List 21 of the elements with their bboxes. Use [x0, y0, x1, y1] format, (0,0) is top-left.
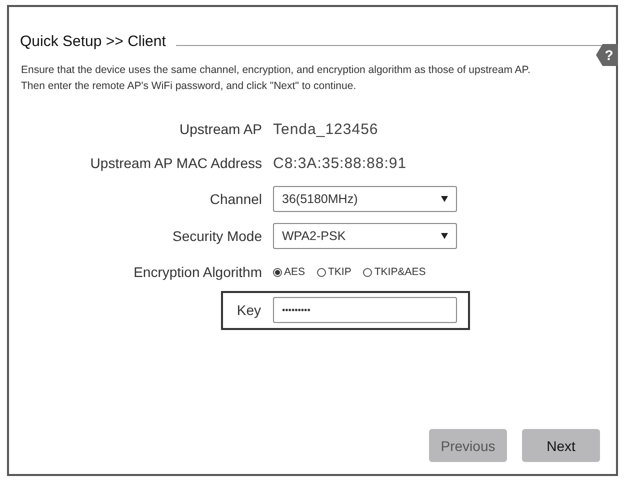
instruction-text: Then enter the remote AP's WiFi password, and click "Next" to continue.: [21, 79, 358, 94]
help-icon[interactable]: ?: [596, 44, 618, 66]
radio-option[interactable]: AES: [273, 266, 306, 278]
page-title: Quick Setup >> Client: [20, 33, 166, 50]
caret-icon: [441, 232, 448, 238]
field-label: Security Mode: [172, 228, 262, 244]
field-label: Key: [236, 302, 261, 318]
instruction-text: Ensure that the device uses the same channel, encryption, and encryption algorithm as those of upstream AP.: [21, 63, 532, 78]
field-label: Encryption Algorithm: [132, 264, 262, 280]
field-label: Upstream AP: [178, 121, 262, 137]
dropdown[interactable]: WPA2-PSK: [273, 222, 457, 248]
radio-option[interactable]: TKIP: [317, 266, 352, 278]
field-label: Upstream AP MAC Address: [89, 155, 262, 171]
dropdown[interactable]: 36(5180MHz): [273, 186, 457, 212]
field-label: Channel: [208, 190, 262, 206]
key-field[interactable]: •••••••••: [273, 297, 457, 323]
field-value: C8:3A:35:88:88:91: [273, 154, 407, 172]
radio-option[interactable]: TKIP&AES: [363, 266, 426, 278]
caret-icon: [441, 196, 448, 202]
next-button[interactable]: Next: [522, 429, 600, 462]
field-value: Tenda_123456: [273, 120, 378, 138]
